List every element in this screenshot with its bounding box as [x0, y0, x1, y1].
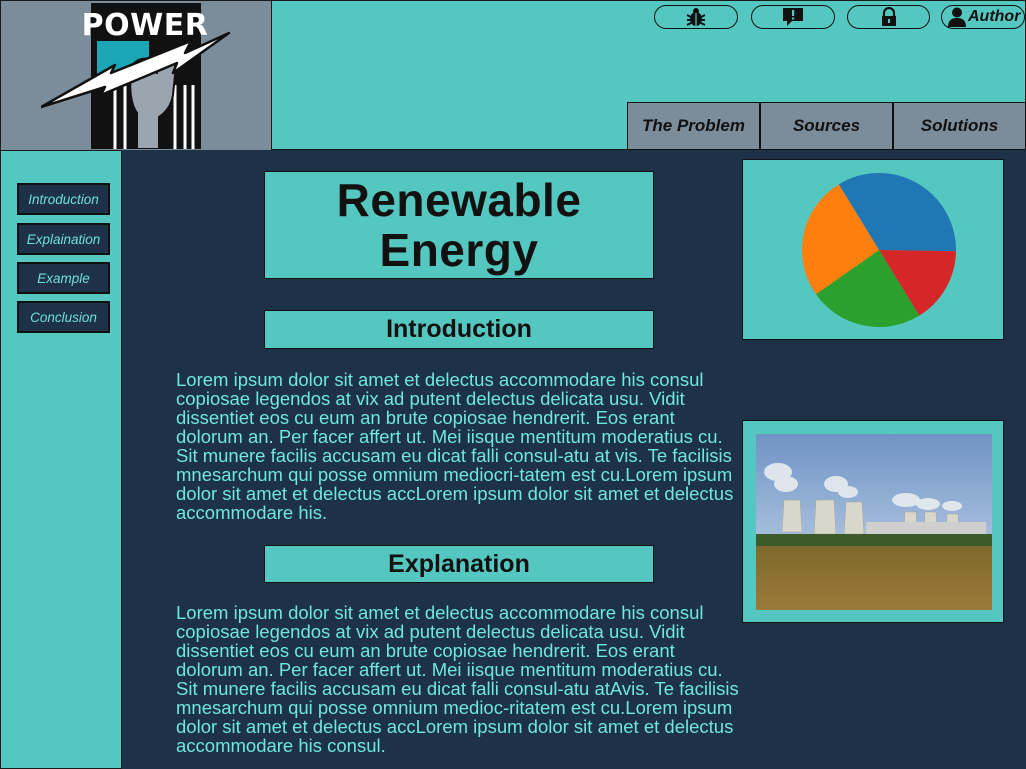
sidebar-item-label: Introduction [28, 191, 99, 207]
page-title-line-1: Renewable [336, 174, 582, 226]
sidebar-item-introduction[interactable]: Introduction [17, 183, 110, 215]
page-title-line-2: Energy [379, 224, 539, 276]
sidebar-item-conclusion[interactable]: Conclusion [17, 301, 110, 333]
sidebar-item-explaination[interactable]: Explaination [17, 223, 110, 255]
power-plant-photo [756, 434, 992, 610]
introduction-text: Lorem ipsum dolor sit amet et delectus a… [176, 369, 734, 523]
sidebar-item-label: Conclusion [30, 309, 97, 325]
sidebar: Introduction Explaination Example Conclu… [0, 150, 122, 769]
message-alert-icon [783, 8, 803, 26]
pie-chart-panel [742, 159, 1004, 340]
photo-panel [742, 420, 1004, 623]
tab-label: Solutions [920, 116, 999, 135]
feedback-button[interactable] [751, 5, 835, 29]
introduction-heading: Introduction [264, 310, 654, 349]
logo-text: POWER [82, 8, 209, 43]
lock-icon [881, 7, 896, 26]
bug-icon [686, 8, 706, 26]
login-button[interactable] [847, 5, 930, 29]
sidebar-item-label: Example [37, 270, 90, 286]
power-logo[interactable]: POWER [41, 3, 231, 149]
logo-area: POWER [1, 1, 272, 150]
author-label: Author [968, 8, 1021, 25]
tab-label: The Problem [642, 116, 745, 135]
explanation-heading: Explanation [264, 545, 654, 583]
explanation-text: Lorem ipsum dolor sit amet et delectus a… [176, 602, 739, 756]
header-bar: POWER Author The Problem Sources Solutio… [0, 0, 1026, 150]
bug-report-button[interactable] [654, 5, 738, 29]
tab-label: Sources [792, 116, 861, 135]
page-title: Renewable Energy [264, 171, 654, 279]
tab-sources[interactable]: Sources [760, 102, 893, 150]
tab-solutions[interactable]: Solutions [893, 102, 1026, 150]
author-button[interactable]: Author [941, 5, 1025, 29]
pie-chart [802, 173, 956, 327]
sidebar-item-label: Explaination [26, 231, 101, 247]
user-icon [948, 7, 966, 27]
sidebar-item-example[interactable]: Example [17, 262, 110, 294]
tab-the-problem[interactable]: The Problem [627, 102, 760, 150]
